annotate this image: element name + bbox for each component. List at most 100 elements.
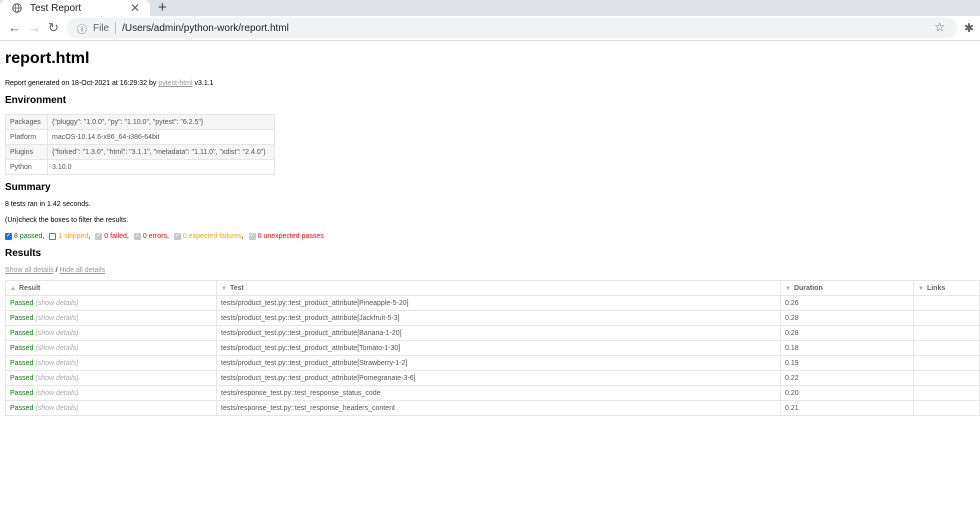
pytest-html-link[interactable]: pytest-html [158,80,192,87]
show-details-link[interactable]: (show details) [35,375,78,382]
table-row[interactable]: Passed (show details) tests/product_test.p… [5,355,980,371]
test-column-label: Test [229,284,244,292]
result-status: Passed [10,404,34,412]
results-heading: Results [5,248,42,259]
details-toggle: Show all details / Hide all details [5,267,106,274]
filter-skipped[interactable]: 1 skipped, [49,233,90,240]
test-name-cell: tests/response_test.py::test_response_st… [216,385,781,401]
result-status: Passed [10,329,34,337]
tab-title: Test Report [30,2,82,14]
environment-value: macOS-10.14.6-x86_64-i386-64bit [47,129,275,145]
links-column-header[interactable]: ▼ Links [913,280,980,296]
duration-column-header[interactable]: ▼ Duration [780,280,914,296]
test-column-header[interactable]: ▼ Test [216,280,781,296]
result-status: Passed [10,359,34,367]
result-cell: Passed (show details) [5,400,217,416]
result-cell: Passed (show details) [5,295,217,311]
result-status: Passed [10,374,34,382]
filter-failed: ✓ 0 failed, [95,233,129,240]
links-cell [913,355,980,371]
errors-label: 0 errors [142,233,167,240]
duration-cell: 0.22 [780,370,914,386]
environment-value: 3.10.0 [47,159,275,175]
result-status: Passed [10,314,34,322]
result-status: Passed [10,344,34,352]
sort-icon: ▼ [785,285,791,292]
show-details-link[interactable]: (show details) [35,345,78,352]
links-cell [913,325,980,341]
links-cell [913,400,980,416]
close-icon[interactable]: ✕ [130,1,140,15]
show-details-link[interactable]: (show details) [35,405,78,412]
links-cell [913,295,980,311]
browser-toolbar: ← → ↻ ⓘ File /Users/admin/python-work/re… [0,16,980,41]
result-cell: Passed (show details) [5,325,217,341]
duration-cell: 0.18 [780,340,914,356]
result-status: Passed [10,389,34,397]
file-label: File [93,22,110,34]
hide-all-details-link[interactable]: Hide all details [59,267,105,274]
sort-icon: ▼ [918,285,924,292]
show-all-details-link[interactable]: Show all details [5,267,54,274]
xpassed-checkbox: ✓ [248,233,256,240]
filter-errors: ✓ 0 errors, [133,233,169,240]
failed-label: 0 failed [104,233,127,240]
result-column-label: Result [18,284,41,292]
tab-strip: Test Report ✕ + [0,0,980,16]
environment-key: Platform [5,129,48,145]
skipped-checkbox[interactable] [49,233,57,240]
test-name-cell: tests/product_test.py::test_product_attr… [216,295,781,311]
back-icon[interactable]: ← [8,20,21,35]
table-row[interactable]: Passed (show details) tests/product_test.p… [5,310,980,326]
environment-row: Python 3.10.0 [5,159,275,175]
generated-line: Report generated on 18-Oct-2021 at 16:29… [5,80,975,87]
table-row[interactable]: Passed (show details) tests/response_test.… [5,400,980,416]
environment-row: Platform macOS-10.14.6-x86_64-i386-64bit [5,129,275,145]
result-cell: Passed (show details) [5,370,217,386]
duration-column-label: Duration [793,284,823,292]
links-cell [913,370,980,386]
environment-key: Plugins [5,144,48,160]
result-column-header[interactable]: ▲ Result [5,280,217,296]
show-details-link[interactable]: (show details) [35,315,78,322]
extensions-icon[interactable]: ✱ [964,21,974,35]
table-row[interactable]: Passed (show details) tests/response_test.… [5,385,980,401]
summary-text: 8 tests ran in 1.42 seconds. [5,201,91,208]
filter-xpassed: ✓ 0 unexpected passes [248,233,324,240]
result-status: Passed [10,299,34,307]
duration-cell: 0.28 [780,325,914,341]
new-tab-icon[interactable]: + [158,0,167,16]
generated-text: Report generated on 18-Oct-2021 at 16:29… [5,80,159,87]
info-icon[interactable]: ⓘ [77,21,87,36]
table-row[interactable]: Passed (show details) tests/product_test.p… [5,295,980,311]
duration-cell: 0.20 [780,385,914,401]
test-name-cell: tests/product_test.py::test_product_attr… [216,370,781,386]
show-details-link[interactable]: (show details) [35,360,78,367]
table-row[interactable]: Passed (show details) tests/product_test.p… [5,370,980,386]
browser-tab[interactable]: Test Report ✕ [0,0,150,16]
page-title: report.html [5,50,90,67]
bookmark-star-icon[interactable]: ☆ [934,20,945,34]
environment-key: Packages [5,114,48,130]
show-details-link[interactable]: (show details) [35,330,78,337]
links-cell [913,310,980,326]
test-name-cell: tests/response_test.py::test_response_he… [216,400,781,416]
summary-heading: Summary [5,182,51,193]
environment-value: {"forked": "1.3.0", "html": "3.1.1", "me… [47,144,275,160]
forward-icon[interactable]: → [28,20,41,35]
table-row[interactable]: Passed (show details) tests/product_test.p… [5,325,980,341]
show-details-link[interactable]: (show details) [35,390,78,397]
results-header-row: ▲ Result ▼ Test ▼ Duration ▼ Links [5,280,980,296]
generator-version: v3.1.1 [192,80,214,87]
table-row[interactable]: Passed (show details) tests/product_test.p… [5,340,980,356]
duration-cell: 0.19 [780,355,914,371]
show-details-link[interactable]: (show details) [35,300,78,307]
separator [115,22,117,34]
filter-passed[interactable]: ✓ 8 passed, [5,233,44,240]
url-text[interactable]: /Users/admin/python-work/report.html [122,23,289,34]
globe-icon [12,3,22,13]
address-bar[interactable]: ⓘ File /Users/admin/python-work/report.h… [67,18,957,38]
passed-checkbox[interactable]: ✓ [5,233,12,240]
reload-icon[interactable]: ↻ [48,20,59,36]
xfailed-label: 0 expected failures [182,233,242,240]
